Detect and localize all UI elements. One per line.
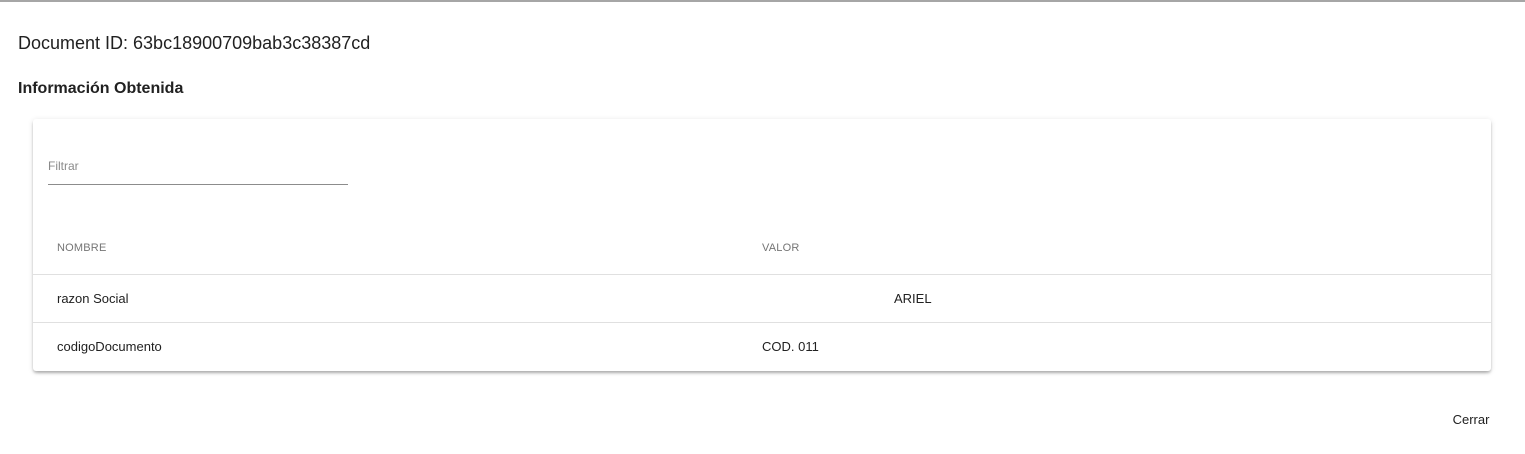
document-id: Document ID: 63bc18900709bab3c38387cd xyxy=(18,33,371,53)
cell-valor: COD. 011 xyxy=(762,339,819,354)
table-row: codigoDocumento COD. 011 xyxy=(33,323,1491,371)
column-header-valor[interactable]: VALOR xyxy=(762,241,799,255)
table-row: razon Social ARIEL xyxy=(33,275,1491,323)
cell-valor: ARIEL xyxy=(894,291,932,306)
data-table: NOMBRE VALOR razon Social ARIEL codigoDo… xyxy=(33,227,1491,371)
close-button[interactable]: Cerrar xyxy=(1438,408,1504,432)
results-card: NOMBRE VALOR razon Social ARIEL codigoDo… xyxy=(33,119,1491,371)
section-title: Información Obtenida xyxy=(18,80,184,97)
cell-nombre: razon Social xyxy=(57,291,129,306)
top-divider xyxy=(0,0,1525,2)
cell-nombre: codigoDocumento xyxy=(57,339,162,354)
table-header-row: NOMBRE VALOR xyxy=(33,227,1491,275)
filter-input[interactable] xyxy=(48,147,348,185)
column-header-nombre[interactable]: NOMBRE xyxy=(57,241,106,255)
filter-field xyxy=(48,147,348,186)
